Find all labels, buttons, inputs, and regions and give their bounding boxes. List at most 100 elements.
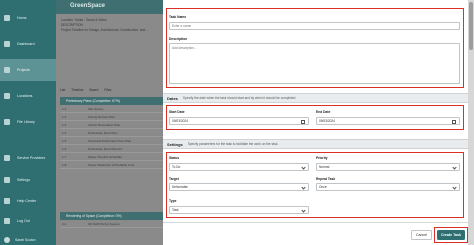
row-id: 1-6 xyxy=(62,147,67,151)
settings-title: Settings xyxy=(167,141,183,147)
status-select[interactable]: To Do xyxy=(169,163,309,171)
repeat-task-select[interactable]: Once xyxy=(316,183,460,191)
row-title: Zoning Review Plan xyxy=(88,115,115,119)
dates-section-header: Dates Specify the date when the task sho… xyxy=(163,93,474,103)
table-row[interactable]: 1-5 Structural Preliminary Floor Plan xyxy=(60,137,164,145)
table-row[interactable]: 1-3 Interior Renovation Plan xyxy=(60,121,164,129)
user-profile[interactable]: Sarah Scoton xyxy=(0,235,56,245)
sidebar: Home Dashboard Projects Locations File L… xyxy=(0,0,56,245)
description-label: Description xyxy=(169,37,188,41)
avatar xyxy=(4,237,10,243)
sidebar-item-label: File Library xyxy=(17,120,35,124)
sidebar-item-locations[interactable]: Locations xyxy=(0,85,56,107)
row-title: Interior Renovation Plan xyxy=(88,123,121,127)
sidebar-item-settings[interactable]: Settings xyxy=(0,169,56,191)
sidebar-item-service-providers[interactable]: Service Providers xyxy=(0,147,56,169)
dashboard-icon xyxy=(4,41,10,47)
sidebar-item-label: Log Out xyxy=(17,219,30,223)
priority-select[interactable]: Normal xyxy=(316,163,460,171)
chevron-down-icon xyxy=(301,165,306,170)
end-date-input[interactable]: 09/03/2024 xyxy=(316,117,460,125)
scrollbar[interactable] xyxy=(468,0,474,245)
sidebar-item-home[interactable]: Home xyxy=(0,7,56,29)
scrollbar-thumb[interactable] xyxy=(469,2,473,50)
row-title: Preliminary Floor Plan R1 xyxy=(88,147,123,151)
tab-list[interactable]: List xyxy=(60,88,65,92)
project-info: Location: Santa - Guest & Salsa DESCRIPT… xyxy=(61,18,169,63)
priority-label: Priority xyxy=(316,156,328,160)
logout-icon xyxy=(4,218,10,224)
row-title: Preliminary Floor Plan xyxy=(88,131,118,135)
sidebar-item-dashboard[interactable]: Dashboard xyxy=(0,33,56,55)
modal-footer: Cancel Create Task xyxy=(163,222,474,245)
sidebar-item-label: Help Center xyxy=(17,199,37,203)
end-date-value: 09/03/2024 xyxy=(319,119,335,123)
gear-icon xyxy=(4,177,10,183)
table-row[interactable]: 1-1 Site Survey xyxy=(60,105,164,113)
row-title: Structural Preliminary Floor Plan xyxy=(88,139,132,143)
sidebar-item-label: Dashboard xyxy=(17,42,35,46)
table-row[interactable]: 1-2 Zoning Review Plan xyxy=(60,113,164,121)
row-id: 1-1 xyxy=(62,107,67,111)
table-row[interactable]: 1-4 Preliminary Floor Plan xyxy=(60,129,164,137)
row-id: 2-1 xyxy=(62,222,67,226)
create-task-button[interactable]: Create Task xyxy=(437,230,465,240)
sidebar-item-label: Locations xyxy=(17,94,33,98)
end-date-label: End Date xyxy=(316,110,331,114)
chevron-down-icon xyxy=(301,185,306,190)
status-label: Status xyxy=(169,156,180,160)
description-textarea[interactable]: Add description... xyxy=(169,43,460,84)
location-icon xyxy=(4,93,10,99)
info-line: Project Timeline for Design, Architectur… xyxy=(61,28,148,32)
sidebar-item-log-out[interactable]: Log Out xyxy=(0,210,56,232)
file-icon xyxy=(4,119,10,125)
sidebar-item-help-center[interactable]: Help Center xyxy=(0,190,56,212)
repeat-task-label: Repeat Task xyxy=(316,177,336,181)
tab-board[interactable]: Board xyxy=(89,88,98,92)
logo: GreenSpace xyxy=(70,3,106,9)
priority-value: Normal xyxy=(319,165,330,169)
status-value: To Do xyxy=(172,165,181,169)
table-row[interactable]: 1-7 Space Timeline Schedule xyxy=(60,153,164,161)
row-title: 3D Staff Pricing System xyxy=(88,222,120,226)
task-name-input[interactable]: Enter a name xyxy=(169,22,460,30)
folder-icon xyxy=(4,67,10,73)
table-row[interactable]: 1-8 Scope Statement of Probable Cost xyxy=(60,161,164,169)
start-date-value: 09/03/2024 xyxy=(172,119,188,123)
sidebar-item-label: Settings xyxy=(17,178,30,182)
people-icon xyxy=(4,155,10,161)
home-icon xyxy=(4,15,10,21)
row-id: 1-2 xyxy=(62,115,67,119)
tab-timeline[interactable]: Timeline xyxy=(71,88,83,92)
task-group-header[interactable]: Preliminary Plans (Completion: 67%) xyxy=(60,97,164,105)
sidebar-item-label: Home xyxy=(17,16,27,20)
type-label: Type xyxy=(169,199,177,203)
task-group-header[interactable]: Rendering of Space (Completion: 0%) xyxy=(60,212,164,220)
dates-title: Dates xyxy=(167,95,178,101)
target-select[interactable]: Deliverable xyxy=(169,183,309,191)
calendar-icon[interactable] xyxy=(452,119,456,124)
sidebar-item-label: Projects xyxy=(17,68,30,72)
row-id: 1-7 xyxy=(62,155,67,159)
cancel-button[interactable]: Cancel xyxy=(411,230,432,240)
task-name-label: Task Name xyxy=(169,15,187,19)
settings-subtitle: Specify parameters for the task to facil… xyxy=(187,142,279,146)
start-date-label: Start Date xyxy=(169,110,185,114)
type-value: Task xyxy=(172,208,179,212)
start-date-input[interactable]: 09/03/2024 xyxy=(169,117,309,125)
create-task-modal: Task Name Enter a name Description Add d… xyxy=(163,0,474,245)
row-id: 1-3 xyxy=(62,123,67,127)
user-name: Sarah Scoton xyxy=(15,238,36,242)
calendar-icon[interactable] xyxy=(301,119,305,124)
settings-section-header: Settings Specify parameters for the task… xyxy=(163,139,474,149)
chevron-down-icon xyxy=(452,165,457,170)
repeat-task-value: Once xyxy=(319,185,327,189)
sidebar-item-file-library[interactable]: File Library xyxy=(0,111,56,133)
table-row[interactable]: 1-6 Preliminary Floor Plan R1 xyxy=(60,145,164,153)
tab-files[interactable]: Files xyxy=(104,88,111,92)
type-select[interactable]: Task xyxy=(169,206,309,214)
view-tabs: List Timeline Board Files xyxy=(56,86,164,94)
target-value: Deliverable xyxy=(172,185,188,189)
sidebar-item-projects[interactable]: Projects xyxy=(0,59,56,81)
table-row[interactable]: 2-1 3D Staff Pricing System xyxy=(60,220,164,228)
